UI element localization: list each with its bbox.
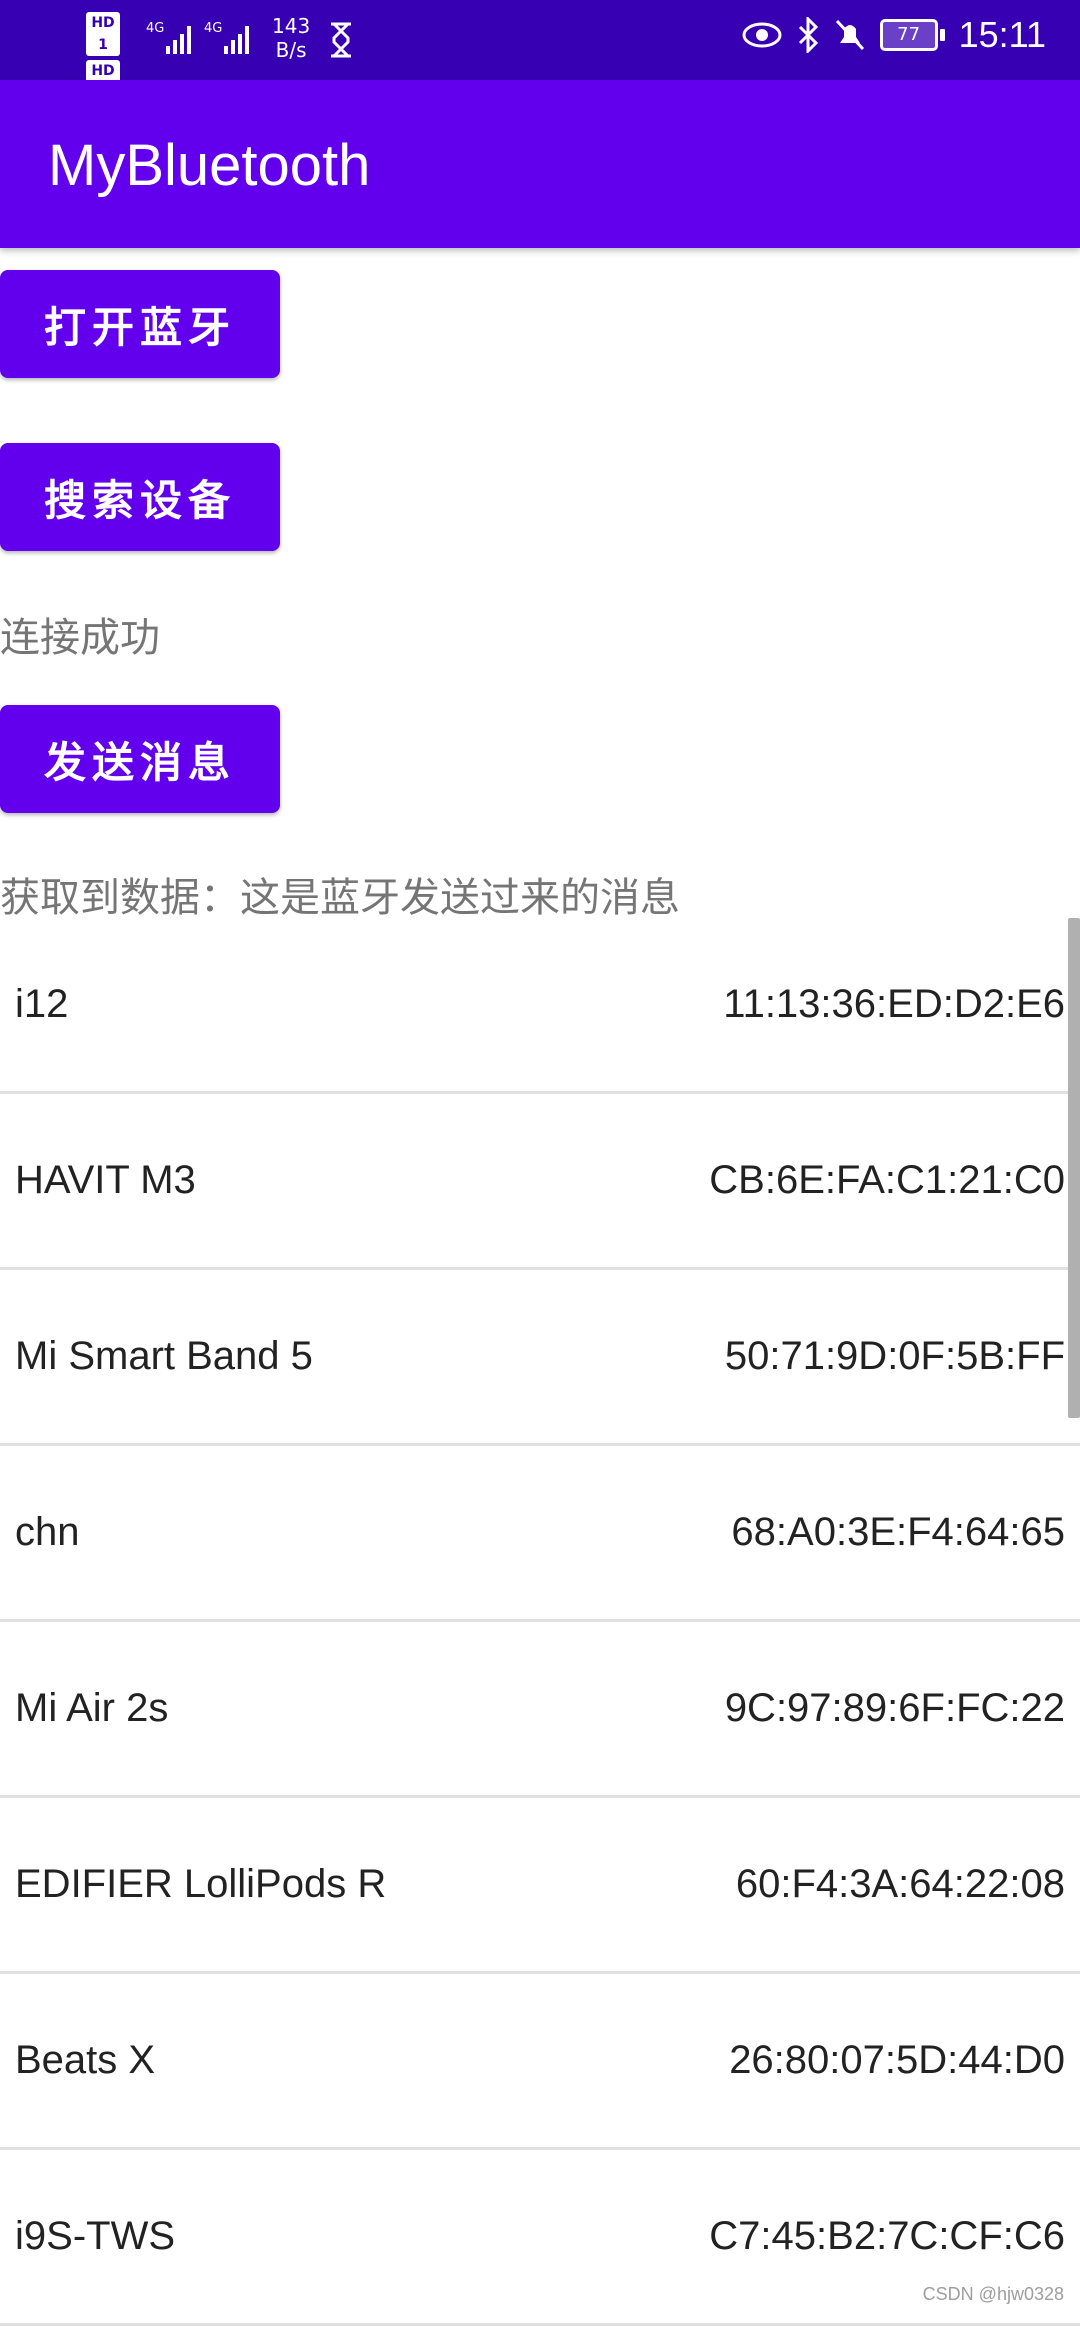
device-address: 50:71:9D:0F:5B:FF — [724, 1334, 1065, 1378]
eye-icon — [742, 22, 782, 48]
battery-tip — [939, 29, 945, 41]
sim1-badge: HD 1 — [86, 12, 120, 56]
battery-icon: 77 — [879, 19, 945, 51]
list-item[interactable]: i12 11:13:36:ED:D2:E6 — [0, 918, 1080, 1094]
mute-bell-icon — [835, 19, 864, 51]
connection-status-text: 连接成功 — [0, 615, 160, 661]
device-address: 60:F4:3A:64:22:08 — [735, 1862, 1065, 1906]
open-bluetooth-button[interactable]: 打开蓝牙 — [0, 270, 280, 378]
device-address: C7:45:B2:7C:CF:C6 — [709, 2214, 1065, 2258]
list-item[interactable]: HAVIT M3 CB:6E:FA:C1:21:C0 — [0, 1094, 1080, 1270]
device-address: 11:13:36:ED:D2:E6 — [723, 982, 1065, 1026]
list-item[interactable]: EDIFIER LolliPods R 60:F4:3A:64:22:08 — [0, 1798, 1080, 1974]
net2-label: 4G — [204, 21, 222, 36]
received-data-text: 获取到数据：这是蓝牙发送过来的消息 — [0, 875, 680, 921]
net1-label: 4G — [146, 21, 164, 36]
device-name: i12 — [15, 982, 69, 1026]
list-scrollbar[interactable] — [1068, 918, 1080, 1418]
search-devices-button[interactable]: 搜索设备 — [0, 443, 280, 551]
device-name: HAVIT M3 — [15, 1158, 196, 1202]
device-name: Mi Air 2s — [15, 1686, 169, 1730]
list-item[interactable]: Beats X 26:80:07:5D:44:D0 — [0, 1974, 1080, 2150]
signal-icon-1: 4G — [146, 21, 191, 54]
device-address: 9C:97:89:6F:FC:22 — [724, 1686, 1065, 1730]
speed-unit: B/s — [275, 38, 307, 62]
hourglass-icon — [331, 22, 351, 58]
device-address: CB:6E:FA:C1:21:C0 — [709, 1158, 1065, 1202]
device-name: i9S-TWS — [15, 2214, 175, 2258]
clock: 15:11 — [958, 14, 1046, 55]
status-bar: HD 1 HD 2 4G 4G 143 B/s 77 15:11 — [0, 0, 1080, 104]
device-name: Beats X — [15, 2038, 156, 2082]
battery-level: 77 — [879, 19, 938, 51]
device-name: Mi Smart Band 5 — [15, 1334, 313, 1378]
app-title: MyBluetooth — [48, 133, 371, 198]
list-item[interactable]: Mi Smart Band 5 50:71:9D:0F:5B:FF — [0, 1270, 1080, 1446]
signal-icon-2: 4G — [204, 21, 249, 54]
network-speed: 143 B/s — [272, 14, 310, 62]
device-list[interactable]: i12 11:13:36:ED:D2:E6 HAVIT M3 CB:6E:FA:C1… — [0, 918, 1080, 2326]
device-address: 68:A0:3E:F4:64:65 — [731, 1510, 1065, 1554]
device-name: EDIFIER LolliPods R — [15, 1862, 387, 1906]
list-item[interactable]: chn 68:A0:3E:F4:64:65 — [0, 1446, 1080, 1622]
list-item[interactable]: Mi Air 2s 9C:97:89:6F:FC:22 — [0, 1622, 1080, 1798]
bluetooth-icon — [798, 17, 818, 53]
app-bar: MyBluetooth — [0, 80, 1080, 248]
device-address: 26:80:07:5D:44:D0 — [729, 2038, 1065, 2082]
status-right: 77 15:11 — [742, 14, 1046, 56]
device-name: chn — [15, 1510, 80, 1554]
speed-value: 143 — [272, 14, 311, 38]
watermark: CSDN @hjw0328 — [922, 2284, 1064, 2304]
send-message-button[interactable]: 发送消息 — [0, 705, 280, 813]
list-item[interactable]: i9S-TWS C7:45:B2:7C:CF:C6 — [0, 2150, 1080, 2326]
